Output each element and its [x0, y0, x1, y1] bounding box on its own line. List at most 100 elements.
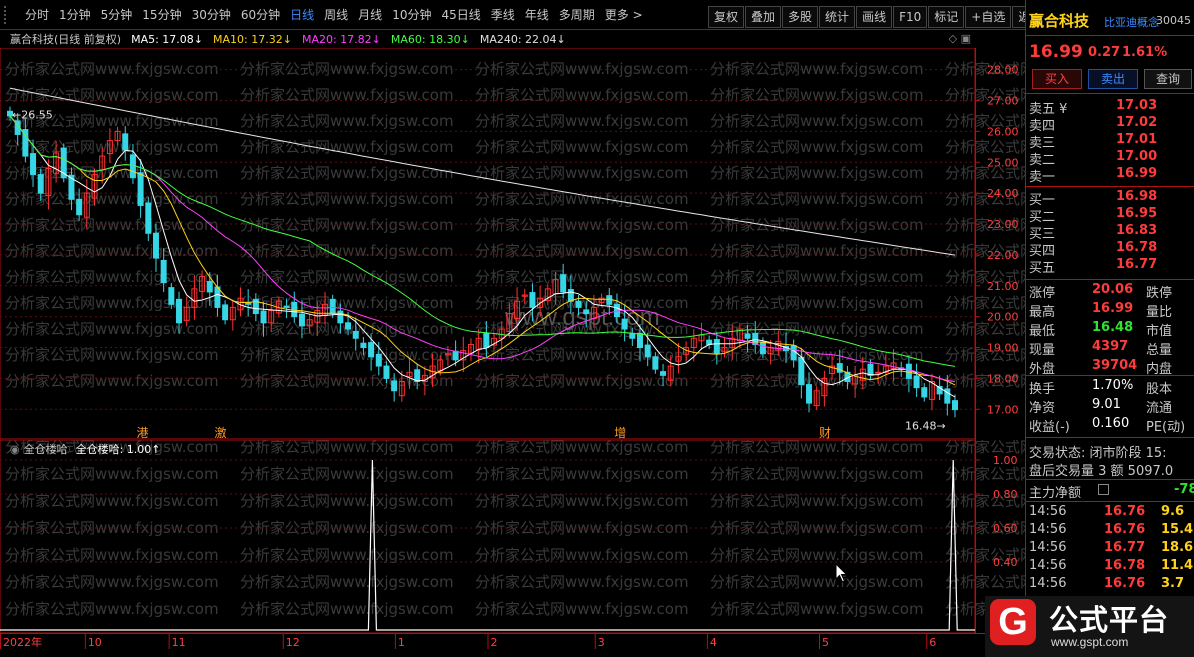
y-tick-label: 24.00: [987, 187, 1019, 200]
toolbar-button[interactable]: 标记: [928, 6, 965, 28]
bid-label: 买五: [1029, 261, 1056, 276]
period-tab[interactable]: 更多 >: [600, 0, 648, 30]
divider: [1026, 437, 1194, 438]
stat-value: 9.01: [1092, 397, 1121, 412]
indicator-settings-icon[interactable]: ◉: [10, 443, 20, 456]
toolbar-button[interactable]: 多股: [782, 6, 819, 28]
toolbar-button[interactable]: 复权: [708, 6, 745, 28]
bid-price[interactable]: 16.78: [1116, 240, 1157, 255]
period-tab[interactable]: 5分钟: [96, 0, 138, 30]
candle-body: [345, 322, 352, 330]
toolbar-button[interactable]: 画线: [856, 6, 893, 28]
candle-body: [621, 318, 628, 330]
period-tab[interactable]: 日线: [285, 0, 319, 30]
stat-label: 最高: [1029, 305, 1056, 320]
bid-row: 买三 16.83: [1026, 223, 1194, 242]
bid-price[interactable]: 16.98: [1116, 189, 1157, 204]
watermark-text: 分析家公式网www.fxjgsw.com: [475, 164, 689, 182]
y-tick-label: 27.00: [987, 94, 1019, 107]
kline-chart[interactable]: 分析家公式网www.fxjgsw.com 分析家公式网www.fxjgsw.com…: [0, 48, 1025, 440]
stat-row: 收益(-) 0.160 PE(动): [1026, 416, 1194, 435]
chart-options-icon[interactable]: ◇ ▣: [949, 32, 971, 45]
watermark-text: 分析家公式网www.fxjgsw.com: [475, 372, 689, 390]
watermark-text: 分析家公式网www.fxjgsw.com: [240, 86, 454, 104]
y-tick-label: 28.00: [987, 64, 1019, 77]
tick-time: 14:56: [1029, 504, 1067, 519]
candle-body: [744, 333, 751, 339]
period-tab[interactable]: 分时: [20, 0, 54, 30]
bid-price[interactable]: 16.83: [1116, 223, 1157, 238]
ask-price[interactable]: 17.03: [1116, 98, 1157, 113]
toolbar-button[interactable]: 统计: [819, 6, 856, 28]
bid-row: 买四 16.78: [1026, 240, 1194, 259]
watermark-text: 分析家公式网www.fxjgsw.com: [945, 465, 1025, 483]
period-tab[interactable]: 1分钟: [54, 0, 96, 30]
tick-row: 14:56 16.76 9.6: [1026, 504, 1194, 522]
divider: [1026, 186, 1194, 187]
period-tab[interactable]: 30分钟: [187, 0, 236, 30]
ask-price[interactable]: 17.00: [1116, 149, 1157, 164]
main-flow-row[interactable]: 主力净额 -78: [1026, 482, 1194, 501]
watermark-text: 分析家公式网www.fxjgsw.com: [240, 112, 454, 130]
watermark-text: 分析家公式网www.fxjgsw.com: [710, 216, 924, 234]
event-label: 港: [137, 426, 149, 440]
watermark-text: 分析家公式网www.fxjgsw.com: [240, 600, 454, 618]
buy-button[interactable]: 买入: [1032, 69, 1082, 89]
main-flow-menu-icon[interactable]: [1098, 484, 1109, 495]
quote-panel: 赢合科技 比亚迪概念 30045 16.99 0.27 1.61% 买入 卖出 …: [1025, 0, 1194, 657]
period-tab[interactable]: 10分钟: [387, 0, 436, 30]
logo-badge: G: [990, 599, 1036, 645]
watermark-text: 分析家公式网www.fxjgsw.com: [945, 138, 1025, 156]
price-change: 0.27: [1088, 45, 1121, 60]
watermark-text: 分析家公式网www.fxjgsw.com: [945, 294, 1025, 312]
event-label: 激: [215, 426, 227, 440]
watermark-text: 分析家公式网www.fxjgsw.com: [240, 492, 454, 510]
tick-row: 14:56 16.77 18.6: [1026, 540, 1194, 558]
y-tick-label: 20.00: [987, 311, 1019, 324]
ask-price[interactable]: 16.99: [1116, 166, 1157, 181]
bid-price[interactable]: 16.77: [1116, 257, 1157, 272]
period-tab[interactable]: 15分钟: [137, 0, 186, 30]
toolbar-button[interactable]: 叠加: [745, 6, 782, 28]
watermark-text: 分析家公式网www.fxjgsw.com: [5, 164, 219, 182]
y-tick-label: 0.60: [993, 522, 1018, 535]
period-tab[interactable]: 年线: [520, 0, 554, 30]
ask-row: 卖三 17.01: [1026, 132, 1194, 151]
candle-body: [713, 339, 720, 355]
toolbar-button[interactable]: +自选: [965, 6, 1012, 28]
candle-body: [375, 353, 382, 367]
trade-status: 交易状态: 闭市阶段 15:: [1029, 446, 1167, 461]
toolbar-button[interactable]: F10: [893, 6, 928, 28]
y-tick-label: 19.00: [987, 342, 1019, 355]
period-tab[interactable]: 多周期: [554, 0, 600, 30]
period-tab[interactable]: 月线: [353, 0, 387, 30]
y-tick-label: 18.00: [987, 372, 1019, 385]
indicator-chart[interactable]: 分析家公式网www.fxjgsw.com 分析家公式网www.fxjgsw.com…: [0, 440, 1025, 633]
watermark-text: 分析家公式网www.fxjgsw.com: [475, 86, 689, 104]
sell-button[interactable]: 卖出: [1088, 69, 1138, 89]
toolbar-grip[interactable]: [4, 6, 14, 24]
watermark-text: 分析家公式网www.fxjgsw.com: [710, 164, 924, 182]
tick-volume: 15.4: [1161, 522, 1194, 537]
divider: [1026, 35, 1194, 36]
tick-price: 16.77: [1104, 540, 1146, 555]
ask-price[interactable]: 17.02: [1116, 115, 1157, 130]
candle-body: [836, 363, 843, 373]
period-tab[interactable]: 60分钟: [236, 0, 285, 30]
candle-body: [122, 133, 129, 151]
period-tab[interactable]: 45日线: [436, 0, 485, 30]
stat-label: 收益(-): [1029, 420, 1070, 435]
period-tab[interactable]: 季线: [486, 0, 520, 30]
query-button[interactable]: 查询: [1144, 69, 1192, 89]
period-tab[interactable]: 周线: [319, 0, 353, 30]
candle-body: [391, 380, 398, 392]
ask-price[interactable]: 17.01: [1116, 132, 1157, 147]
stat-row: 现量 4397 总量: [1026, 339, 1194, 358]
candle-body: [222, 304, 229, 321]
watermark-text: 分析家公式网www.fxjgsw.com: [240, 60, 454, 78]
bid-price[interactable]: 16.95: [1116, 206, 1157, 221]
y-tick-label: 22.00: [987, 249, 1019, 262]
ma-legend-item: MA240: 22.04↓: [479, 32, 566, 46]
tick-row: 14:56 16.76 15.4: [1026, 522, 1194, 540]
concept-tag[interactable]: 比亚迪概念: [1104, 14, 1159, 30]
